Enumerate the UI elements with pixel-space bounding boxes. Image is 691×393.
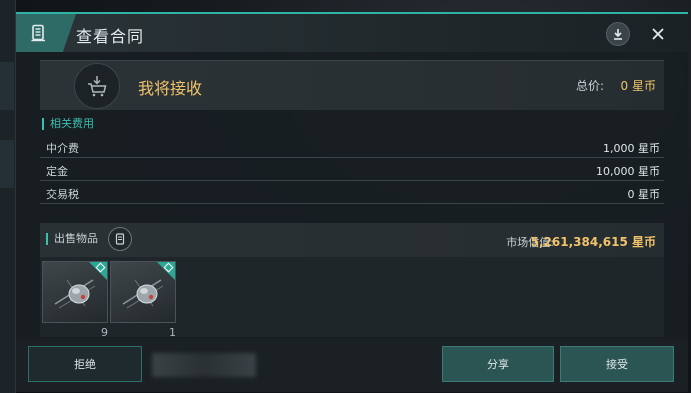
- redacted-area: [152, 353, 256, 377]
- items-section: 出售物品 市场估值: 5,261,384,615 星币 9 1: [40, 223, 664, 339]
- fee-value: 0 星币: [627, 188, 661, 201]
- accept-button[interactable]: 接受: [560, 346, 674, 382]
- background-side-panel: [0, 0, 16, 393]
- item-card[interactable]: [42, 261, 108, 323]
- ship-icon: [54, 279, 96, 309]
- cart-receive-icon: [88, 76, 107, 97]
- download-button[interactable]: [606, 22, 630, 46]
- receive-header: 我将接收 总价: 0 星币: [40, 60, 664, 110]
- items-section-title: 出售物品: [46, 233, 98, 245]
- fee-label: 交易税: [46, 188, 79, 201]
- total-price-value: 0 星币: [620, 79, 656, 93]
- contract-dialog: 查看合同 我将接收 总价: 0 星币 相关费用 中介费 1,000 星币 定金 …: [16, 12, 688, 392]
- dialog-title: 查看合同: [76, 27, 145, 46]
- fee-row: 定金 10,000 星币: [40, 158, 664, 181]
- fee-row: 交易税 0 星币: [40, 181, 664, 204]
- game-screen: 查看合同 我将接收 总价: 0 星币 相关费用 中介费 1,000 星币 定金 …: [0, 0, 691, 393]
- dialog-footer: 拒绝 分享 接受: [16, 339, 688, 392]
- contract-icon: [31, 24, 45, 42]
- reject-button[interactable]: 拒绝: [28, 346, 142, 382]
- ship-icon: [122, 279, 164, 309]
- fee-value: 10,000 星币: [596, 165, 660, 178]
- close-icon: [652, 28, 664, 40]
- side-panel-tab: [0, 140, 14, 188]
- item-quantity: 9: [101, 326, 108, 339]
- fees-section-title: 相关费用: [42, 118, 94, 130]
- fee-label: 定金: [46, 165, 68, 178]
- fee-label: 中介费: [46, 142, 79, 155]
- total-price-label: 总价:: [575, 79, 604, 93]
- share-button[interactable]: 分享: [442, 346, 554, 382]
- fee-row: 中介费 1,000 星币: [40, 135, 664, 158]
- item-quantity: 1: [169, 326, 176, 339]
- receive-title: 我将接收: [138, 79, 203, 98]
- side-panel-tab: [0, 62, 14, 110]
- close-button[interactable]: [646, 22, 670, 46]
- receive-icon-frame: [74, 63, 120, 109]
- document-icon: [115, 233, 125, 245]
- market-value: 5,261,384,615 星币: [530, 235, 656, 249]
- fee-value: 1,000 星币: [603, 142, 660, 155]
- items-header: 出售物品 市场估值: 5,261,384,615 星币: [40, 223, 664, 257]
- download-icon: [614, 29, 622, 40]
- item-card[interactable]: [110, 261, 176, 323]
- dialog-titlebar: 查看合同: [16, 14, 688, 52]
- items-info-button[interactable]: [108, 227, 132, 251]
